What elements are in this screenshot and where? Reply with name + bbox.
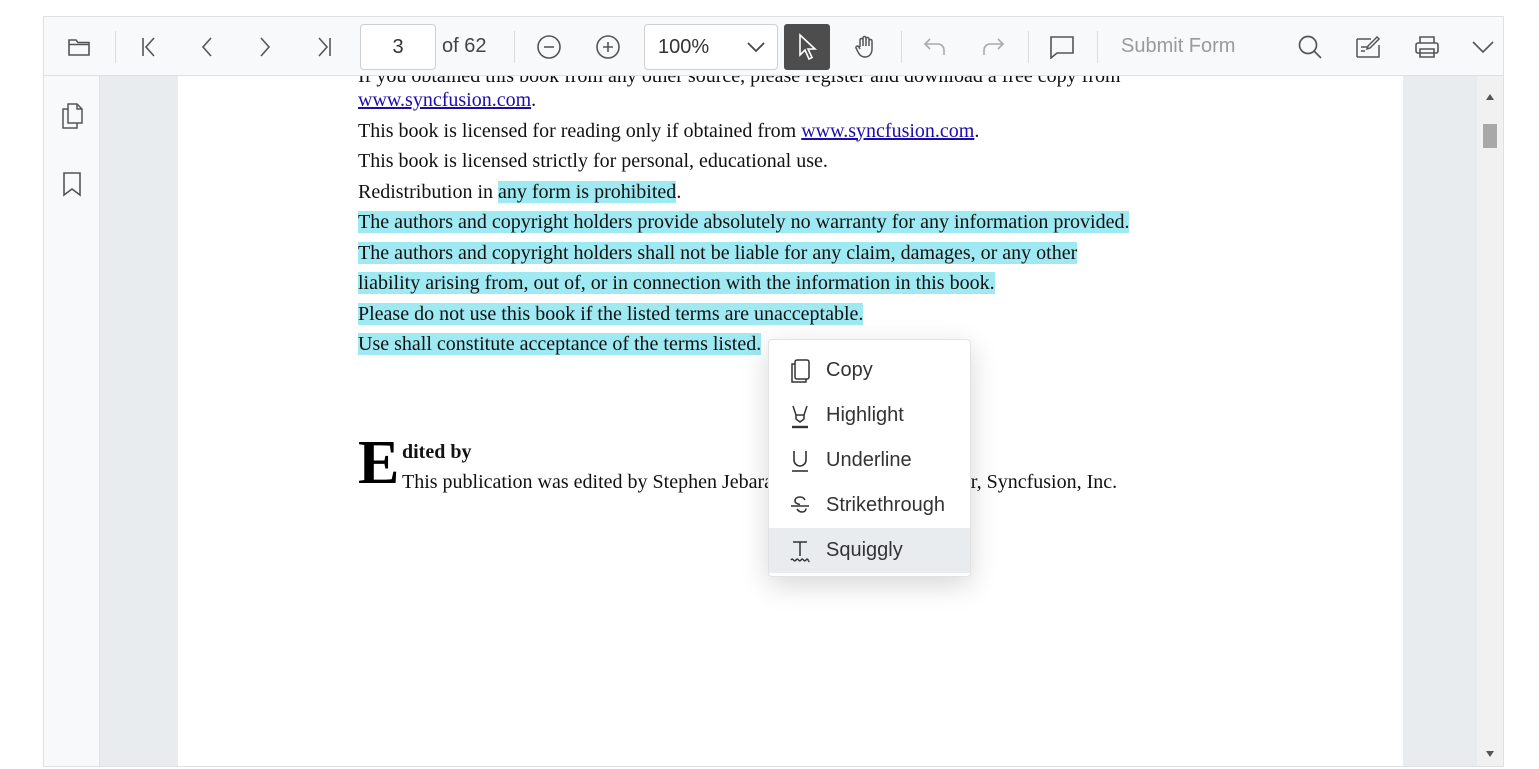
squiggly-icon <box>789 540 811 562</box>
highlighted-text: Please do not use this book if the liste… <box>358 302 864 325</box>
cut-top-line: If you obtained this book from any other… <box>358 76 1121 87</box>
context-menu: Copy Highlight Underline Strikethrough Squig… <box>768 339 971 577</box>
scroll-down-arrow-icon[interactable] <box>1485 743 1495 762</box>
document-text-line: Redistribution in any form is prohibited… <box>358 180 681 204</box>
highlighted-text: The authors and copyright holders provid… <box>358 211 1130 233</box>
more-options-chevron-icon[interactable] <box>1470 17 1496 76</box>
scroll-up-arrow-icon[interactable] <box>1485 86 1495 105</box>
text-segment: . <box>676 180 682 203</box>
underline-icon <box>789 450 811 472</box>
next-page-icon[interactable] <box>252 17 278 76</box>
syncfusion-link[interactable]: www.syncfusion.com <box>801 120 974 142</box>
drop-cap: E <box>358 429 400 497</box>
bookmark-icon[interactable] <box>58 170 86 198</box>
search-icon[interactable] <box>1296 17 1324 76</box>
menu-item-underline[interactable]: Underline <box>769 438 970 483</box>
text-segment: . <box>531 89 537 111</box>
text-segment: This book is licensed for reading only i… <box>358 119 802 142</box>
document-text-line: Please do not use this book if the liste… <box>358 302 864 326</box>
last-page-icon[interactable] <box>310 17 338 76</box>
zoom-in-icon[interactable] <box>594 17 622 76</box>
text-segment: This book is licensed strictly for perso… <box>358 150 828 172</box>
submit-form-button[interactable]: Submit Form <box>1121 17 1235 76</box>
text-segment: . <box>974 119 980 142</box>
comment-icon[interactable] <box>1048 17 1076 76</box>
highlighted-text: Use shall constitute acceptance of the t… <box>358 333 762 355</box>
document-text-line: www.syncfusion.com. <box>358 88 536 112</box>
highlighted-text: liability arising from, out of, or in co… <box>358 272 995 294</box>
chevron-down-icon <box>745 36 767 62</box>
document-text-line: The authors and copyright holders shall … <box>358 241 1078 265</box>
document-text-line: This book is licensed strictly for perso… <box>358 149 828 173</box>
redo-icon[interactable] <box>979 17 1007 76</box>
menu-item-highlight[interactable]: Highlight <box>769 393 970 438</box>
document-text-line: The authors and copyright holders provid… <box>358 210 1130 234</box>
menu-item-label: Underline <box>826 449 912 471</box>
edited-by-text: This publication was edited by Stephen J… <box>402 471 1118 493</box>
menu-item-strikethrough[interactable]: Strikethrough <box>769 483 970 528</box>
edited-by-heading: dited by <box>402 441 472 463</box>
first-page-icon[interactable] <box>135 17 163 76</box>
page-thumbnails-icon[interactable] <box>58 102 86 130</box>
copy-icon <box>789 358 811 383</box>
highlight-icon <box>789 405 811 428</box>
pan-hand-icon[interactable] <box>852 17 880 76</box>
print-icon[interactable] <box>1413 17 1441 76</box>
text-segment: Redistribution in <box>358 180 498 203</box>
navigation-panel <box>44 76 100 766</box>
undo-icon[interactable] <box>921 17 949 76</box>
page-total-label: of 62 <box>442 35 487 57</box>
menu-item-label: Highlight <box>826 404 904 426</box>
scrollbar-thumb[interactable] <box>1483 124 1497 148</box>
select-cursor-icon[interactable] <box>784 24 830 70</box>
highlighted-text: The authors and copyright holders shall … <box>358 241 1078 264</box>
menu-item-label: Copy <box>826 359 873 381</box>
zoom-value: 100% <box>658 36 710 58</box>
previous-page-icon[interactable] <box>194 17 220 76</box>
menu-item-copy[interactable]: Copy <box>769 348 970 393</box>
zoom-select[interactable]: 100% <box>644 24 778 70</box>
menu-item-label: Squiggly <box>826 539 903 561</box>
menu-item-label: Strikethrough <box>826 494 945 516</box>
strikethrough-icon <box>789 495 811 517</box>
menu-item-squiggly[interactable]: Squiggly <box>769 528 970 573</box>
document-text-line: liability arising from, out of, or in co… <box>358 271 995 295</box>
vertical-scrollbar[interactable] <box>1477 76 1503 766</box>
zoom-out-icon[interactable] <box>535 17 563 76</box>
document-text-line: This book is licensed for reading only i… <box>358 119 979 143</box>
folder-open-icon[interactable] <box>64 17 94 76</box>
highlighted-text: any form is prohibited <box>498 180 677 203</box>
annotation-edit-icon[interactable] <box>1354 17 1382 76</box>
toolbar: of 62 100% Subm <box>44 17 1503 76</box>
syncfusion-link[interactable]: www.syncfusion.com <box>358 89 531 111</box>
document-text-line: Use shall constitute acceptance of the t… <box>358 332 762 356</box>
page-number-input[interactable] <box>360 24 436 70</box>
